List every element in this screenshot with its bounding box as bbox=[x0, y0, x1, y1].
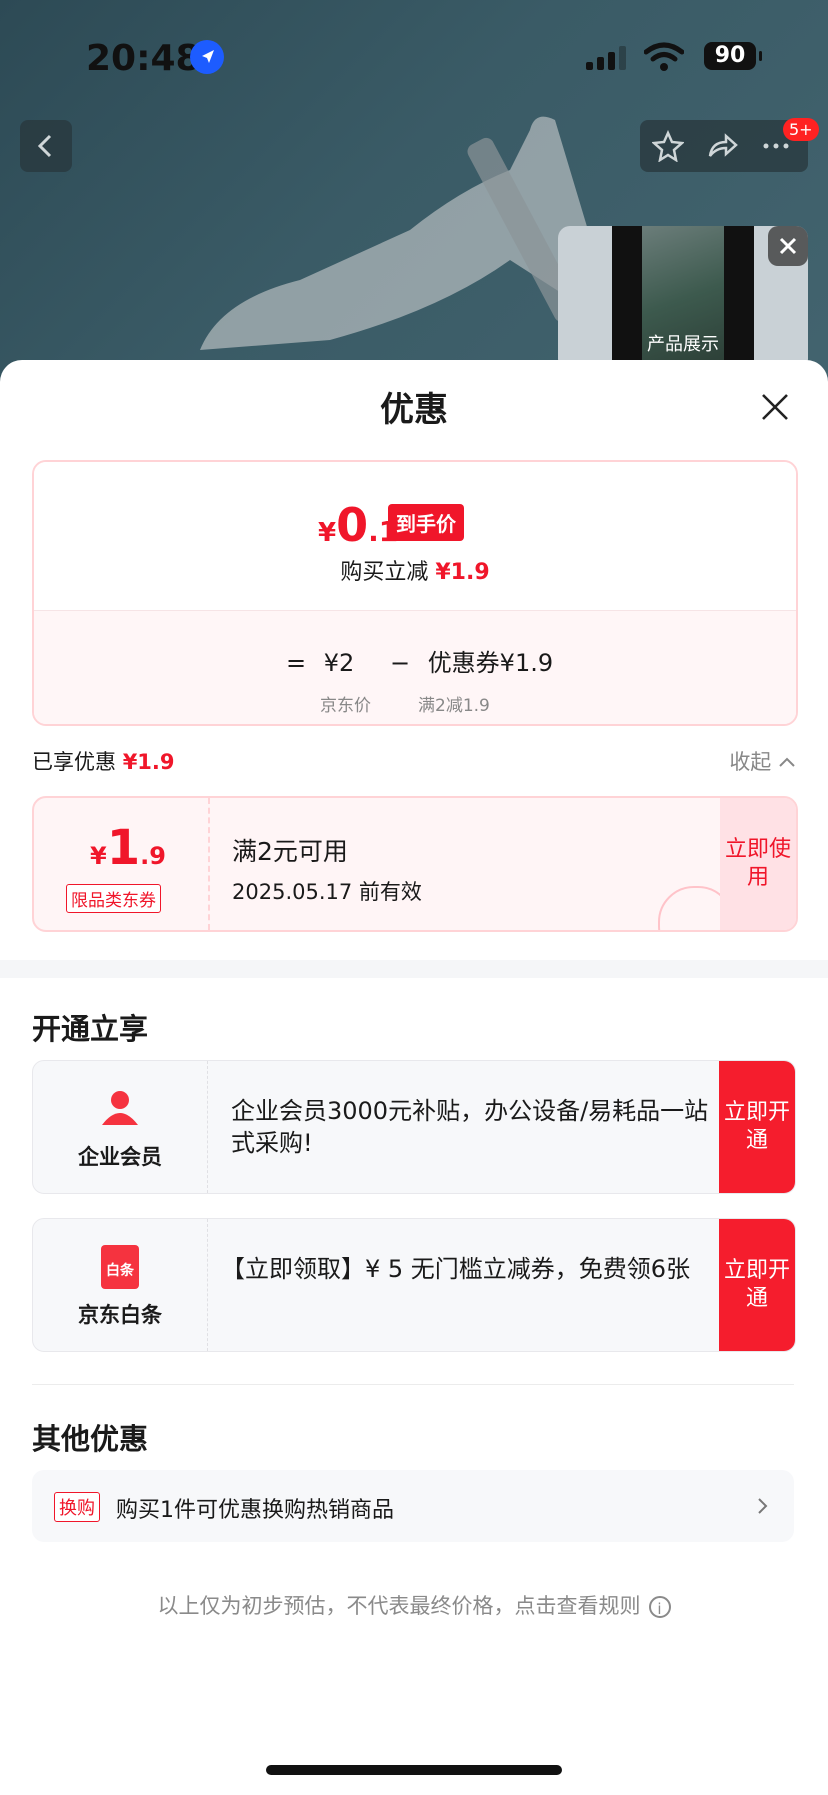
minus-sign: − bbox=[389, 649, 411, 677]
user-icon bbox=[102, 1091, 138, 1125]
close-icon[interactable] bbox=[760, 392, 790, 422]
open-section-title: 开通立享 bbox=[32, 1012, 149, 1046]
home-indicator bbox=[266, 1765, 562, 1775]
sheet-title: 优惠 bbox=[380, 390, 448, 430]
coupon-rule-label: 满2减1.9 bbox=[418, 696, 490, 716]
discount-sheet: 优惠 ¥0.1 到手价 购买立减 ¥1.9 = ¥2 − 优惠券¥1.9 京东价… bbox=[0, 360, 828, 1795]
promo-name: 企业会员 bbox=[78, 1145, 162, 1169]
coupon-validity: 2025.05.17 前有效 bbox=[232, 880, 422, 904]
open-enterprise-button[interactable]: 立即开通 bbox=[719, 1061, 795, 1193]
chevron-up-icon bbox=[779, 757, 795, 767]
final-price: ¥0.1 bbox=[318, 498, 399, 552]
location-arrow-icon bbox=[190, 40, 224, 74]
close-icon bbox=[779, 237, 797, 255]
baitiao-icon: 白条 bbox=[101, 1245, 139, 1289]
final-price-tag: 到手价 bbox=[388, 504, 464, 541]
open-baitiao-button[interactable]: 立即开通 bbox=[719, 1219, 795, 1351]
cellular-signal-icon bbox=[586, 46, 626, 70]
coupon-amount: ¥1.9 bbox=[90, 820, 166, 876]
instant-reduce: 购买立减 ¥1.9 bbox=[340, 560, 490, 585]
exchange-text: 购买1件可优惠换购热销商品 bbox=[116, 1498, 394, 1523]
wifi-icon bbox=[644, 42, 684, 71]
video-close-button[interactable] bbox=[768, 226, 808, 266]
coupon-card: ¥1.9 限品类东券 满2元可用 2025.05.17 前有效 立即使用 bbox=[32, 796, 798, 932]
back-button[interactable] bbox=[20, 120, 72, 172]
promo-description: 【立即领取】¥ 5 无门槛立减券，免费领6张 bbox=[221, 1255, 691, 1283]
star-icon[interactable] bbox=[652, 130, 684, 162]
video-label: 产品展示 bbox=[647, 334, 719, 355]
divider-line bbox=[32, 1384, 794, 1385]
other-section-title: 其他优惠 bbox=[32, 1422, 149, 1456]
jd-price: ¥2 bbox=[323, 649, 355, 677]
disclaimer-note[interactable]: 以上仅为初步预估，不代表最终价格，点击查看规则 i bbox=[0, 1590, 828, 1620]
share-icon[interactable] bbox=[706, 130, 738, 162]
chevron-right-icon bbox=[758, 1498, 768, 1514]
exchange-row[interactable]: 换购 购买1件可优惠换购热销商品 bbox=[32, 1470, 794, 1542]
section-divider bbox=[0, 960, 828, 978]
floating-video[interactable]: 产品展示 bbox=[558, 226, 808, 371]
promo-description: 企业会员3000元补贴，办公设备/易耗品一站式采购! bbox=[231, 1097, 709, 1157]
jd-price-label: 京东价 bbox=[320, 696, 371, 716]
coupon-deduction: 优惠券¥1.9 bbox=[427, 649, 554, 677]
exchange-tag: 换购 bbox=[54, 1492, 100, 1522]
enjoyed-discount: 已享优惠 ¥1.9 bbox=[32, 750, 175, 774]
chevron-left-icon bbox=[37, 134, 52, 158]
clock-time: 20:48 bbox=[86, 38, 201, 79]
use-coupon-button[interactable]: 立即使用 bbox=[720, 798, 796, 930]
notification-badge: 5+ bbox=[783, 118, 819, 141]
promo-enterprise: 企业会员 企业会员3000元补贴，办公设备/易耗品一站式采购! 立即开通 bbox=[32, 1060, 796, 1194]
promo-baitiao: 白条 京东白条 【立即领取】¥ 5 无门槛立减券，免费领6张 立即开通 bbox=[32, 1218, 796, 1352]
equals-sign: = bbox=[286, 649, 307, 677]
info-icon: i bbox=[648, 1596, 671, 1618]
coupon-type-tag: 限品类东券 bbox=[66, 884, 161, 913]
price-card: ¥0.1 到手价 购买立减 ¥1.9 = ¥2 − 优惠券¥1.9 京东价 满2… bbox=[32, 460, 798, 726]
promo-name: 京东白条 bbox=[78, 1303, 162, 1327]
collapse-toggle[interactable]: 收起 bbox=[729, 746, 796, 776]
status-bar: 20:48 90 bbox=[0, 30, 828, 90]
battery-indicator: 90 bbox=[704, 42, 762, 70]
price-breakdown: = ¥2 − 优惠券¥1.9 京东价 满2减1.9 bbox=[34, 610, 796, 724]
coupon-condition: 满2元可用 bbox=[232, 837, 348, 866]
